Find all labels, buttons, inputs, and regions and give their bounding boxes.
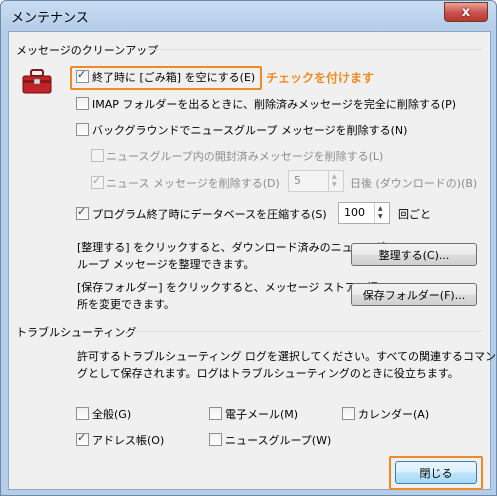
log-newsgroups-label[interactable]: ニュースグループ(W): [225, 432, 331, 448]
spin-up-icon[interactable]: ▲: [332, 174, 337, 180]
window-close-button[interactable]: x: [444, 2, 488, 22]
delete-news-checkbox[interactable]: [91, 174, 104, 189]
store-folder-button[interactable]: 保存フォルダー(F)...: [351, 283, 477, 306]
delete-news-label[interactable]: ニュース メッセージを削除する(D): [106, 175, 280, 191]
log-address-book-checkbox[interactable]: [76, 431, 89, 446]
maintenance-window: メンテナンス x メッセージのクリーンアップ 終了時に [ごみ箱] を空にする(…: [0, 0, 497, 496]
close-icon: x: [461, 4, 471, 20]
window-title: メンテナンス: [11, 11, 89, 26]
delete-news-days-value[interactable]: 5: [294, 174, 301, 187]
compact-database-label[interactable]: プログラム終了時にデータベースを圧縮する(S): [92, 206, 327, 222]
compact-count-suffix: 回ごと: [398, 208, 431, 221]
delete-news-days-spinner[interactable]: 5 ▲ ▼: [288, 170, 344, 192]
log-newsgroups-checkbox[interactable]: [209, 433, 222, 446]
cleanup-description: [整理する] をクリックすると、ダウンロード済みのニュースグ ループ メッセージ…: [77, 241, 386, 271]
compact-count-spinner[interactable]: 100 ▲ ▼: [338, 202, 390, 224]
delete-news-days-suffix: 日後 (ダウンロードの)(B): [350, 177, 478, 190]
log-email-label[interactable]: 電子メール(M): [225, 406, 298, 422]
log-general-label[interactable]: 全般(G): [92, 406, 131, 422]
spin-up-icon[interactable]: ▲: [378, 206, 383, 212]
background-delete-checkbox[interactable]: [76, 123, 89, 136]
log-calendar-checkbox[interactable]: [342, 407, 355, 420]
log-email-checkbox[interactable]: [209, 407, 222, 420]
compact-count-value[interactable]: 100: [344, 206, 365, 219]
log-address-book-label[interactable]: アドレス帳(O): [92, 432, 164, 448]
empty-trash-label[interactable]: 終了時に [ごみ箱] を空にする(E): [92, 69, 255, 85]
title-bar: メンテナンス x: [1, 1, 496, 31]
toolbox-icon: [22, 69, 52, 94]
log-general-checkbox[interactable]: [76, 407, 89, 420]
dialog-body: メッセージのクリーンアップ 終了時に [ごみ箱] を空にする(E) チェックを付…: [8, 31, 496, 490]
delete-read-label[interactable]: ニュースグループ内の開封済みメッセージを削除する(L): [106, 148, 383, 164]
troubleshooting-divider: [126, 331, 482, 332]
compact-database-checkbox[interactable]: [76, 205, 89, 220]
troubleshooting-group-title: トラブルシューティング: [16, 326, 137, 339]
empty-trash-checkbox[interactable]: [76, 68, 89, 83]
troubleshooting-description: 許可するトラブルシューティング ログを選択してください。すべての関連するコマンド…: [77, 350, 496, 380]
cleanup-button[interactable]: 整理する(C)...: [351, 243, 477, 266]
cleanup-divider: [146, 49, 482, 50]
delete-read-checkbox[interactable]: [91, 149, 104, 162]
annotation-text: チェックを付けます: [266, 71, 375, 85]
close-button[interactable]: 閉じる: [395, 461, 477, 484]
store-folder-description: [保存フォルダー] をクリックすると、メッセージ ストアの場 所を変更できます。: [77, 281, 378, 311]
background-delete-label[interactable]: バックグラウンドでニュースグループ メッセージを削除する(N): [92, 122, 407, 138]
log-calendar-label[interactable]: カレンダー(A): [358, 406, 429, 422]
cleanup-group-title: メッセージのクリーンアップ: [16, 44, 159, 57]
imap-purge-label[interactable]: IMAP フォルダーを出るときに、削除済みメッセージを完全に削除する(P): [92, 96, 456, 112]
spin-down-icon[interactable]: ▼: [378, 214, 383, 220]
spin-down-icon[interactable]: ▼: [332, 182, 337, 188]
imap-purge-checkbox[interactable]: [76, 97, 89, 110]
